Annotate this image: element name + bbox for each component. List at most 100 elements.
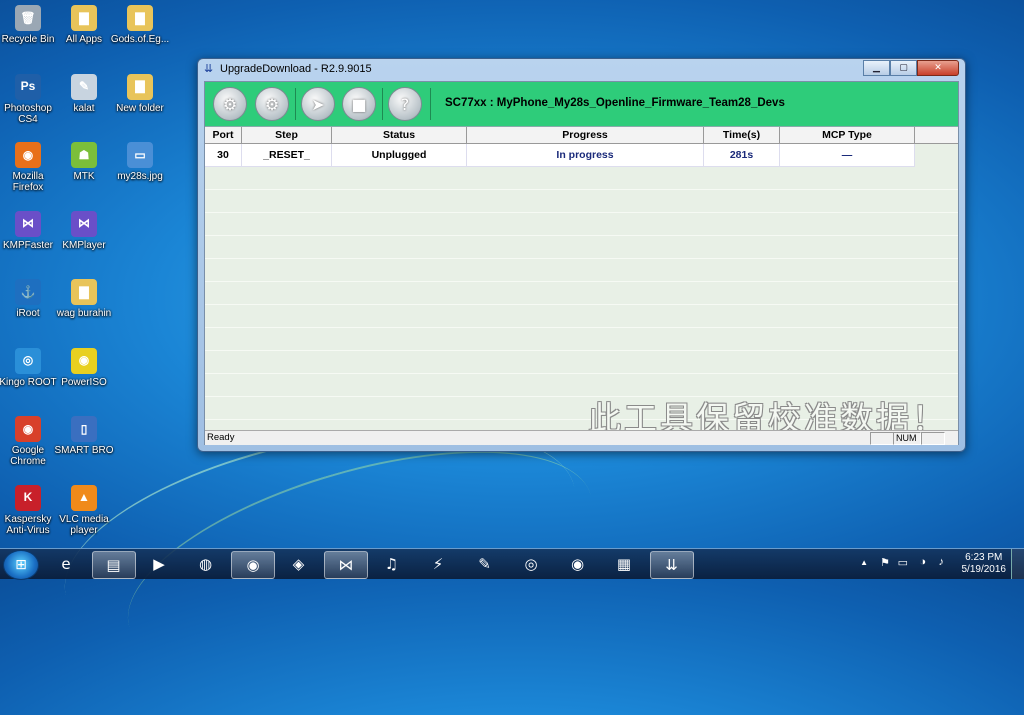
desktop-app-icon: ◉ (15, 142, 41, 168)
taskbar-firefox-button[interactable]: ◉ (557, 551, 599, 577)
desktop-icon[interactable]: ▇ wag burahin (52, 279, 116, 319)
desktop-app-icon: ▇ (127, 5, 153, 31)
upgrade-download-icon: ⇊ (665, 556, 678, 574)
empty-row-line (205, 281, 958, 282)
kmplayer-icon: ⋈ (338, 556, 354, 574)
desktop-app-icon: ◉ (71, 347, 97, 374)
close-button[interactable]: ✕ (917, 60, 959, 76)
taskbar-messenger-button[interactable]: ◎ (510, 551, 552, 577)
empty-row-line (205, 304, 958, 305)
show-desktop-button[interactable] (1011, 549, 1024, 579)
desktop-icon[interactable]: Ps Photoshop CS4 (0, 73, 60, 125)
desktop-icon[interactable]: ▇ All Apps (52, 5, 116, 45)
taskbar-flash-tool-button[interactable]: ⚡ (417, 551, 459, 577)
desktop-icon[interactable]: ✎ kalat (52, 73, 116, 114)
desktop-icon-label: wag burahin (56, 308, 112, 319)
cell-port[interactable]: 30 (205, 144, 242, 167)
tray-chevron-icon[interactable]: ▲ (860, 558, 868, 567)
itunes-icon: ♫ (384, 555, 399, 573)
taskbar-kmplayer-button[interactable]: ⋈ (324, 551, 368, 579)
desktop-icon[interactable]: 🗑 Recycle Bin (0, 5, 60, 45)
globe-icon: ◍ (198, 555, 213, 573)
empty-row-line (205, 327, 958, 328)
column-header-status[interactable]: Status (332, 127, 467, 144)
desktop-icon[interactable]: ◉ PowerISO (52, 347, 116, 388)
column-header-mcp-type[interactable]: MCP Type (780, 127, 915, 144)
media-player-icon: ▶ (153, 555, 165, 573)
taskbar-media-player-button[interactable]: ▶ (138, 551, 180, 577)
flash-tool-icon: ⚡ (432, 555, 444, 573)
messenger-icon: ◎ (524, 555, 538, 573)
stop-icon: ■ (351, 94, 367, 114)
cell-status[interactable]: Unplugged (332, 144, 467, 167)
toolbar: ⚙ ⚙ ➤ ■ ? SC77xx : MyPhone_My28s_Openlin… (205, 82, 958, 127)
advanced-settings-button[interactable]: ⚙ (255, 87, 289, 121)
title-bar[interactable]: ⇊ UpgradeDownload - R2.9.9015 ▁ ▢ ✕ (198, 59, 965, 79)
desktop-icon[interactable]: ◎ Kingo ROOT (0, 347, 60, 388)
tray-icon[interactable]: ♪ (939, 556, 945, 568)
desktop-icon[interactable]: ◉ Google Chrome (0, 416, 60, 467)
cell-progress[interactable]: In progress (467, 144, 704, 167)
desktop-icon[interactable]: ⋈ KMPFaster (0, 210, 60, 251)
desktop-icon[interactable]: ▭ my28s.jpg (108, 142, 172, 182)
desktop-icon-label: PowerISO (61, 376, 107, 388)
column-header-step[interactable]: Step (242, 127, 332, 144)
tray-icon[interactable]: ▭ (898, 556, 908, 569)
toolbar-separator (295, 88, 296, 120)
desktop-app-icon: ▇ (71, 279, 97, 305)
minimize-button[interactable]: ▁ (863, 60, 890, 76)
start-button[interactable]: ➤ (301, 87, 335, 121)
cell-step[interactable]: _RESET_ (242, 144, 332, 167)
tray-icon[interactable]: ◑ (919, 556, 926, 568)
desktop-icon-label: Recycle Bin (1, 34, 55, 45)
desktop-icon[interactable]: ▇ Gods.of.Eg... (108, 5, 172, 45)
taskbar-upgrade-download-button[interactable]: ⇊ (649, 551, 694, 579)
desktop-icon-label: Gods.of.Eg... (110, 34, 170, 45)
column-header-progress[interactable]: Progress (467, 127, 704, 144)
taskbar-chrome-button[interactable]: ◉ (231, 551, 275, 579)
desktop-icon[interactable]: ▯ SMART BRO (52, 416, 116, 456)
desktop-icon[interactable]: K Kaspersky Anti-Virus (0, 484, 60, 536)
desktop-icon-label: Mozilla Firefox (12, 171, 44, 193)
desktop-icon[interactable]: ⚓ iRoot (0, 279, 60, 319)
app-icon: ⇊ (204, 62, 214, 75)
status-text: Ready (207, 432, 235, 443)
tray-icon[interactable]: ⚑ (880, 556, 890, 569)
column-header-time[interactable]: Time(s) (704, 127, 780, 144)
empty-row-line (205, 189, 958, 190)
desktop-app-icon: ☗ (71, 142, 97, 168)
desktop-icon[interactable]: ⋈ KMPlayer (52, 210, 116, 251)
client-area: ⚙ ⚙ ➤ ■ ? SC77xx : MyPhone_My28s_Openlin… (204, 81, 959, 445)
cell-time[interactable]: 281s (704, 144, 780, 167)
start-button[interactable]: ⊞ (3, 550, 39, 580)
desktop-app-icon: ▇ (71, 5, 97, 31)
cell-mcp-type[interactable]: — (780, 144, 915, 167)
help-button[interactable]: ? (388, 87, 422, 121)
desktop-icon-label: Photoshop CS4 (4, 102, 52, 125)
clock[interactable]: 6:23 PM 5/19/2016 (962, 552, 1007, 576)
desktop-icon[interactable]: ◉ Mozilla Firefox (0, 142, 60, 193)
taskbar-internet-explorer-button[interactable]: e (45, 551, 87, 577)
gear-icon: ⚙ (222, 94, 238, 114)
firefox-icon: ◉ (570, 555, 585, 573)
taskbar-itunes-button[interactable]: ♫ (371, 551, 413, 577)
taskbar-paint-button[interactable]: ✎ (464, 551, 506, 577)
desktop-icon[interactable]: ▇ New folder (108, 73, 172, 114)
taskbar-winrar-button[interactable]: ▦ (603, 551, 645, 577)
desktop-app-icon: ▲ (71, 484, 97, 511)
desktop-icon-label: KMPFaster (2, 239, 53, 251)
taskbar-network-tool-button[interactable]: ◈ (278, 551, 320, 577)
desktop-app-icon: Ps (15, 73, 41, 100)
column-header-port[interactable]: Port (205, 127, 242, 144)
desktop-icon[interactable]: ▲ VLC media player (52, 484, 116, 536)
taskbar-file-explorer-button[interactable]: ▤ (91, 551, 136, 579)
paint-icon: ✎ (478, 555, 491, 573)
desktop-icon[interactable]: ☗ MTK (52, 142, 116, 182)
settings-button[interactable]: ⚙ (213, 87, 247, 121)
maximize-button[interactable]: ▢ (890, 60, 917, 76)
desktop-icon-label: Google Chrome (10, 445, 46, 467)
chrome-icon: ◉ (246, 556, 260, 574)
stop-button[interactable]: ■ (342, 87, 376, 121)
taskbar-globe-button[interactable]: ◍ (185, 551, 227, 577)
empty-row-line (205, 235, 958, 236)
